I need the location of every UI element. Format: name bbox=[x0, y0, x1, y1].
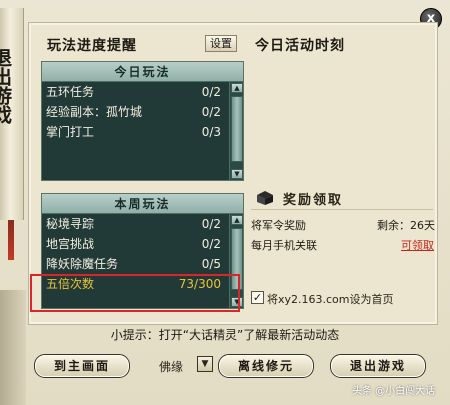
scroll-up-icon[interactable]: ▲ bbox=[231, 215, 243, 225]
list-item[interactable]: 五环任务 0/2 bbox=[42, 82, 243, 102]
list-item-value: 0/5 bbox=[201, 257, 221, 271]
list-item-value: 0/2 bbox=[201, 237, 221, 251]
daily-list-header: 今日玩法 bbox=[42, 62, 243, 82]
list-item-value: 0/2 bbox=[201, 105, 221, 119]
left-edge-decoration bbox=[0, 290, 26, 405]
list-item-name: 经验副本：孤竹城 bbox=[46, 105, 143, 119]
mode-label: 佛缘 bbox=[159, 360, 184, 374]
divider bbox=[251, 209, 433, 210]
tassel-decoration bbox=[8, 220, 14, 260]
daily-scrollbar[interactable]: ▲ ▼ bbox=[229, 82, 243, 180]
settings-button[interactable]: 设置 bbox=[205, 35, 237, 52]
list-item-name: 五环任务 bbox=[46, 85, 95, 99]
list-item-name: 秘境寻踪 bbox=[46, 217, 95, 231]
reward-name: 将军令奖励 bbox=[251, 219, 306, 232]
list-item[interactable]: 秘境寻踪 0/2 bbox=[42, 214, 243, 234]
reward-title: 奖励领取 bbox=[283, 193, 344, 208]
list-item-value: 0/2 bbox=[201, 217, 221, 231]
progress-title: 玩法进度提醒 bbox=[47, 38, 137, 54]
tip-text: 小提示：打开“大话精灵”了解最新活动动态 bbox=[110, 328, 340, 342]
watermark: 头条 @小白闯大话 bbox=[352, 386, 436, 397]
weekly-list-header: 本周玩法 bbox=[42, 194, 243, 214]
homepage-label: 将xy2.163.com设为首页 bbox=[267, 293, 394, 306]
reward-row: 每月手机关联 可领取 bbox=[251, 237, 434, 253]
annotation-highlight-box bbox=[30, 274, 240, 312]
scroll-thumb[interactable] bbox=[231, 96, 243, 162]
list-item-value: 0/3 bbox=[201, 125, 221, 139]
list-item-value: 0/2 bbox=[201, 85, 221, 99]
today-activity-title: 今日活动时刻 bbox=[255, 38, 345, 54]
claim-link[interactable]: 可领取 bbox=[401, 237, 434, 253]
list-item-name: 掌门打工 bbox=[46, 125, 95, 139]
mode-dropdown-icon[interactable]: ▼ bbox=[197, 356, 213, 372]
exit-game-button[interactable]: 退出游戏 bbox=[330, 354, 426, 378]
list-item[interactable]: 地宫挑战 0/2 bbox=[42, 234, 243, 254]
offline-cultivation-button[interactable]: 离线修元 bbox=[218, 354, 314, 378]
scroll-down-icon[interactable]: ▼ bbox=[231, 169, 243, 179]
scroll-up-icon[interactable]: ▲ bbox=[231, 83, 243, 93]
main-screen-button[interactable]: 到主画面 bbox=[34, 354, 130, 378]
list-item-name: 降妖除魔任务 bbox=[46, 257, 119, 271]
daily-list: 今日玩法 五环任务 0/2 经验副本：孤竹城 0/2 掌门打工 0/3 ▲ ▼ bbox=[41, 61, 244, 181]
list-item-name: 地宫挑战 bbox=[46, 237, 95, 251]
reward-row: 将军令奖励 剩余：26天 bbox=[251, 217, 435, 233]
treasure-chest-icon bbox=[257, 191, 273, 205]
left-scroll-decoration: 退出游戏 bbox=[0, 8, 24, 260]
scroll-text: 退出游戏 bbox=[0, 48, 12, 124]
homepage-checkbox[interactable]: ✓ bbox=[251, 291, 264, 304]
reward-name: 每月手机关联 bbox=[251, 239, 317, 252]
list-item[interactable]: 经验副本：孤竹城 0/2 bbox=[42, 102, 243, 122]
list-item[interactable]: 掌门打工 0/3 bbox=[42, 122, 243, 142]
reward-status: 剩余：26天 bbox=[377, 219, 435, 232]
list-item[interactable]: 降妖除魔任务 0/5 bbox=[42, 254, 243, 274]
